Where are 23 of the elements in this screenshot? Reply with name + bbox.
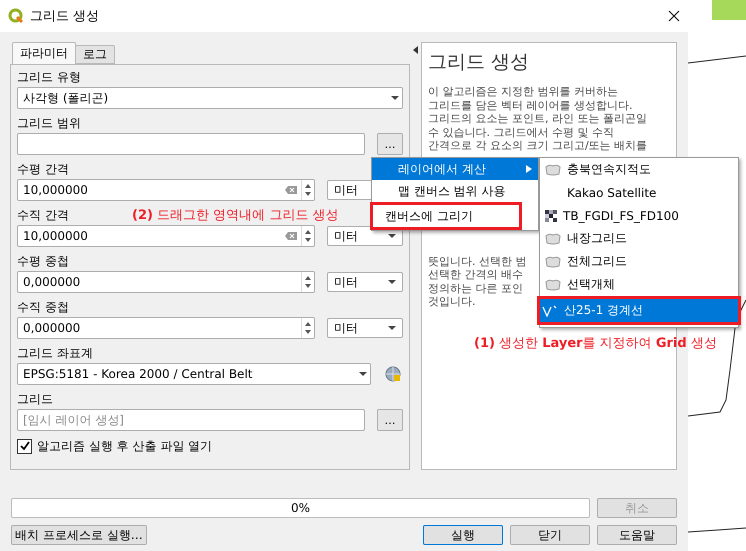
field-label: 수직 간격 xyxy=(17,207,69,224)
help-text: 이 알고리즘은 지정한 범위를 커버하는 xyxy=(428,85,618,98)
checkbox-label: 알고리즘 실행 후 산출 파일 열기 xyxy=(37,438,212,455)
field-label: 수평 간격 xyxy=(17,161,69,178)
help-text: 것입니다. xyxy=(428,295,476,308)
progress-bar: 0% xyxy=(11,498,590,518)
annotation-text: (1) 생성한 Layer를 지정하여 Grid 생성 xyxy=(474,335,717,352)
help-text: 수 있습니다. 그리드에서 수평 및 수직 xyxy=(428,126,614,139)
help-text: 그리드를 담은 벡터 레이어를 생성합니다. xyxy=(428,98,632,112)
help-text: 정의하는 다른 포인 xyxy=(428,282,523,295)
field-label: 그리드 유형 xyxy=(17,69,81,86)
field-label: 그리드 xyxy=(17,391,53,408)
field-label: 수평 중첩 xyxy=(17,253,69,270)
field-label: 수직 중첩 xyxy=(17,299,69,316)
field-label: 그리드 좌표계 xyxy=(17,345,93,362)
help-title: 그리드 생성 xyxy=(428,50,530,75)
field-label: 그리드 범위 xyxy=(17,115,81,132)
help-text: 뜻입니다. 선택한 범 xyxy=(428,254,526,268)
help-text: 그리드의 요소는 포인트, 라인 또는 폴리곤일 xyxy=(428,112,647,126)
window-title: 그리드 생성 xyxy=(30,8,100,25)
help-text: 간격으로 각 요소의 크기 그리고/또는 배치를 xyxy=(428,139,648,152)
annotation-text: (2) 드래그한 영역내에 그리드 생성 xyxy=(132,207,338,224)
help-text: 선택한 간격의 배수 xyxy=(428,268,523,282)
